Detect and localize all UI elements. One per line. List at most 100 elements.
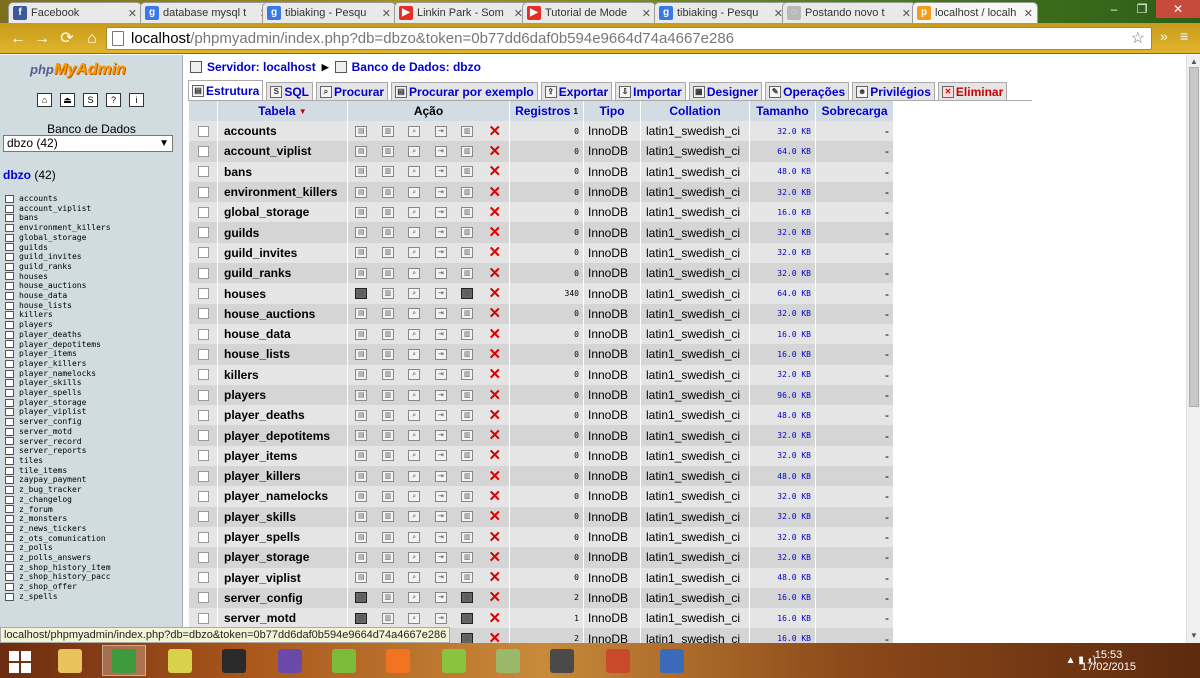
back-icon[interactable]: ←: [8, 29, 28, 49]
table-name-link[interactable]: player_items: [218, 445, 348, 467]
insert-icon[interactable]: ⇥: [434, 328, 447, 340]
empty-icon[interactable]: ▥: [461, 145, 474, 157]
size-cell[interactable]: 32.0 KB: [750, 222, 816, 243]
insert-icon[interactable]: ⇥: [434, 166, 447, 178]
col-tamanho[interactable]: Tamanho: [750, 101, 816, 121]
row-checkbox[interactable]: [197, 125, 209, 137]
drop-icon[interactable]: ✕: [488, 408, 502, 423]
table-name-link[interactable]: house_auctions: [218, 303, 348, 324]
browse-icon[interactable]: ▤: [355, 247, 368, 259]
search-icon[interactable]: ⌕: [408, 389, 421, 401]
size-cell[interactable]: 16.0 KB: [750, 608, 816, 629]
size-cell[interactable]: 16.0 KB: [750, 323, 816, 345]
browse-icon[interactable]: ▤: [355, 186, 368, 198]
minimize-button[interactable]: –: [1100, 0, 1128, 18]
structure-icon[interactable]: ▥: [381, 308, 394, 320]
sidebar-table-item[interactable]: player_skills: [5, 378, 111, 388]
insert-icon[interactable]: ⇥: [434, 186, 447, 198]
size-cell[interactable]: 32.0 KB: [750, 506, 816, 527]
sidebar-table-item[interactable]: bans: [5, 213, 111, 223]
browser-tab[interactable]: f Facebook ✕: [8, 2, 142, 23]
row-checkbox[interactable]: [197, 369, 209, 381]
drop-icon[interactable]: ✕: [488, 164, 502, 179]
forward-icon[interactable]: →: [32, 29, 52, 49]
table-name-link[interactable]: server_motd: [218, 608, 348, 629]
empty-icon[interactable]: ▥: [461, 247, 474, 259]
table-name-link[interactable]: player_killers: [218, 466, 348, 487]
insert-icon[interactable]: ⇥: [434, 125, 447, 137]
browse-icon[interactable]: ▤: [355, 288, 368, 300]
col-tabela[interactable]: Tabela ▼: [218, 101, 348, 121]
table-name-link[interactable]: player_namelocks: [218, 486, 348, 507]
sidebar-table-item[interactable]: player_depotitems: [5, 340, 111, 350]
browse-icon[interactable]: ▤: [355, 166, 368, 178]
search-icon[interactable]: ⌕: [408, 572, 421, 584]
sidebar-table-item[interactable]: tile_items: [5, 466, 111, 476]
table-name-link[interactable]: player_depotitems: [218, 425, 348, 446]
empty-icon[interactable]: ▥: [461, 369, 474, 381]
browse-icon[interactable]: ▤: [355, 430, 368, 442]
bookmark-star-icon[interactable]: ☆: [1131, 28, 1145, 49]
search-icon[interactable]: ⌕: [408, 247, 421, 259]
tab-procurar[interactable]: ⌕ Procurar: [316, 82, 389, 101]
row-checkbox[interactable]: [197, 247, 209, 259]
size-cell[interactable]: 16.0 KB: [750, 344, 816, 365]
table-name-link[interactable]: player_viplist: [218, 567, 348, 588]
browser-tab[interactable]: gdatabase mysql t✕: [140, 2, 274, 23]
sidebar-table-item[interactable]: player_items: [5, 349, 111, 359]
size-cell[interactable]: 32.0 KB: [750, 445, 816, 467]
row-checkbox[interactable]: [197, 490, 209, 502]
home-icon[interactable]: ⌂: [82, 29, 102, 49]
size-cell[interactable]: 32.0 KB: [750, 263, 816, 284]
empty-icon[interactable]: ▥: [461, 125, 474, 137]
col-sobrecarga[interactable]: Sobrecarga: [816, 101, 894, 121]
drop-icon[interactable]: ✕: [488, 448, 502, 463]
empty-icon[interactable]: ▥: [461, 572, 474, 584]
browse-icon[interactable]: ▤: [355, 592, 368, 604]
phpmyadmin-logo[interactable]: phpMyAdmin: [30, 61, 126, 79]
drop-icon[interactable]: ✕: [488, 631, 502, 643]
drop-icon[interactable]: ✕: [488, 367, 502, 382]
browse-icon[interactable]: ▤: [355, 206, 368, 218]
sidebar-table-item[interactable]: player_storage: [5, 398, 111, 408]
empty-icon[interactable]: ▥: [461, 592, 474, 604]
table-name-link[interactable]: players: [218, 384, 348, 406]
search-icon[interactable]: ⌕: [408, 409, 421, 421]
drop-icon[interactable]: ✕: [488, 144, 502, 159]
browse-icon[interactable]: ▤: [355, 227, 368, 239]
browse-icon[interactable]: ▤: [355, 145, 368, 157]
sidebar-table-item[interactable]: z_shop_history_item: [5, 563, 111, 573]
table-name-link[interactable]: guilds: [218, 222, 348, 243]
structure-icon[interactable]: ▥: [381, 592, 394, 604]
structure-icon[interactable]: ▥: [381, 328, 394, 340]
search-icon[interactable]: ⌕: [408, 328, 421, 340]
structure-icon[interactable]: ▥: [381, 389, 394, 401]
size-cell[interactable]: 16.0 KB: [750, 628, 816, 643]
tab-exportar[interactable]: ⇪ Exportar: [540, 82, 613, 101]
scroll-thumb[interactable]: [1189, 67, 1199, 407]
insert-icon[interactable]: ⇥: [434, 145, 447, 157]
row-checkbox[interactable]: [197, 470, 209, 482]
row-checkbox[interactable]: [197, 328, 209, 340]
insert-icon[interactable]: ⇥: [434, 247, 447, 259]
sidebar-table-item[interactable]: server_config: [5, 417, 111, 427]
chart-app-icon[interactable]: [322, 645, 366, 676]
empty-icon[interactable]: ▥: [461, 288, 474, 300]
insert-icon[interactable]: ⇥: [434, 430, 447, 442]
drop-icon[interactable]: ✕: [488, 489, 502, 504]
vb-icon[interactable]: [650, 645, 694, 676]
empty-icon[interactable]: ▥: [461, 511, 474, 523]
empty-icon[interactable]: ▥: [461, 348, 474, 360]
structure-icon[interactable]: ▥: [381, 247, 394, 259]
browse-icon[interactable]: ▤: [355, 612, 368, 624]
sidebar-table-item[interactable]: house_data: [5, 291, 111, 301]
size-cell[interactable]: 32.0 KB: [750, 526, 816, 548]
row-checkbox[interactable]: [197, 409, 209, 421]
row-checkbox[interactable]: [197, 145, 209, 157]
browse-icon[interactable]: ▤: [355, 551, 368, 563]
size-cell[interactable]: 32.0 KB: [750, 425, 816, 446]
size-cell[interactable]: 16.0 KB: [750, 202, 816, 223]
size-cell[interactable]: 96.0 KB: [750, 384, 816, 406]
drop-icon[interactable]: ✕: [488, 570, 502, 585]
sidebar-table-item[interactable]: tiles: [5, 456, 111, 466]
